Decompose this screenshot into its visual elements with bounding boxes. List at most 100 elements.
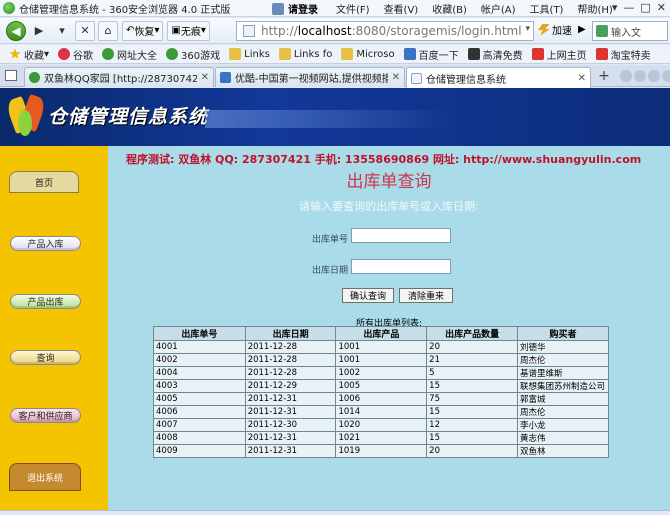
tab-scroll-left-icon[interactable] — [620, 70, 632, 82]
forward-button[interactable]: ▶ — [29, 21, 49, 41]
bookmark-baidu[interactable]: 百度一下 — [403, 47, 459, 62]
bookmark-links-fo[interactable]: Links fo — [278, 48, 332, 60]
column-header: 购买者 — [516, 326, 610, 341]
address-bar[interactable]: http:// localhost :8080/storagemis/login… — [236, 21, 534, 41]
sidebar-item-query[interactable]: 查询 — [10, 350, 81, 365]
cell-date: 2011-12-28 — [244, 353, 337, 367]
order-no-input[interactable] — [351, 228, 451, 243]
chevron-down-icon: ▾ — [59, 24, 65, 37]
bookmark-google[interactable]: 谷歌 — [58, 47, 93, 62]
table-row: 4006 2011-12-31 1014 15 周杰伦 — [153, 405, 610, 419]
no-trace-label: 无痕 — [180, 27, 201, 38]
home-button[interactable]: ⌂ — [98, 20, 118, 41]
google-icon — [58, 48, 71, 60]
tab-scroll-controls — [620, 70, 670, 82]
bookmark-home-page[interactable]: 上网主页 — [531, 47, 587, 62]
options-button[interactable]: ▾ — [612, 1, 618, 14]
forward-dropdown-button[interactable]: ▾ — [52, 21, 72, 41]
sidebar-item-stock-in[interactable]: 产品入库 — [10, 236, 81, 251]
search-input[interactable]: 输入文 — [592, 21, 668, 41]
page-icon — [243, 25, 255, 37]
page-title: 出库单查询 — [346, 172, 432, 192]
cell-date: 2011-12-31 — [244, 392, 337, 406]
stop-button[interactable]: ✕ — [75, 20, 95, 41]
minimize-button[interactable]: — — [623, 1, 634, 14]
accelerate-button[interactable]: 加速 ▶ — [538, 22, 586, 37]
close-tab-icon[interactable]: ✕ — [388, 72, 400, 83]
tab-youku[interactable]: 优酷-中国第一视频网站,提供视频播... ✕ — [215, 67, 405, 87]
table-header-row: 出库单号 出库日期 出库产品 出库产品数量 购买者 — [153, 326, 610, 341]
no-trace-button[interactable]: ▣ 无痕 ▾ — [167, 20, 210, 41]
status-bar — [0, 510, 670, 515]
table-row: 4004 2011-12-28 1002 5 基谱里维斯 — [153, 366, 610, 380]
sidebar-item-home[interactable]: 首页 — [9, 171, 79, 193]
confirm-query-button[interactable]: 确认查询 — [342, 288, 394, 303]
bookmark-links[interactable]: Links — [229, 48, 270, 60]
close-button[interactable]: ✕ — [657, 1, 666, 14]
bookmark-microsoft[interactable]: Microso — [341, 48, 395, 60]
window-title: 仓储管理信息系统 - 360安全浏览器 4.0 正式版 — [19, 4, 231, 16]
cell-order-no: 4005 — [153, 392, 246, 406]
table-row: 4001 2011-12-28 1001 20 刘德华 — [153, 340, 610, 354]
bookmark-label: 谷歌 — [73, 50, 94, 62]
tab-menu-icon[interactable] — [648, 70, 660, 82]
cell-buyer: 周杰伦 — [516, 353, 610, 367]
new-tab-button[interactable]: + — [594, 68, 614, 86]
cell-date: 2011-12-28 — [244, 366, 337, 380]
reset-button[interactable]: 清除重来 — [399, 288, 453, 303]
table-row: 4007 2011-12-30 1020 12 李小龙 — [153, 418, 610, 432]
table-row: 4009 2011-12-31 1019 20 双鱼林 — [153, 444, 610, 458]
maximize-button[interactable]: □ — [640, 1, 650, 14]
cell-buyer: 郭富城 — [516, 392, 610, 406]
menu-account[interactable]: 帐户(A) — [481, 1, 516, 16]
cell-quantity: 20 — [426, 444, 518, 458]
cell-order-no: 4003 — [153, 379, 246, 393]
bookmark-label: Links — [244, 48, 270, 60]
tab-list-icon[interactable] — [5, 70, 17, 81]
search-engine-icon — [596, 25, 608, 37]
cell-order-no: 4001 — [153, 340, 246, 354]
bookmark-360-games[interactable]: 360游戏 — [166, 47, 220, 62]
cell-date: 2011-12-30 — [244, 418, 337, 432]
tab-storage-system[interactable]: 仓储管理信息系统 ✕ — [406, 67, 591, 88]
tab-scroll-right-icon[interactable] — [634, 70, 646, 82]
address-dropdown-icon[interactable]: ▾ — [525, 24, 530, 34]
back-arrow-icon: ◀ — [11, 23, 21, 38]
order-no-label: 出库单号 — [312, 235, 349, 245]
address-scheme: http:// — [261, 24, 298, 38]
cell-product: 1020 — [335, 418, 428, 432]
tab-label: 优酷-中国第一视频网站,提供视频播... — [235, 74, 388, 85]
go-arrow-icon[interactable]: ▶ — [578, 24, 586, 35]
user-icon — [272, 2, 284, 15]
tab-more-icon[interactable] — [662, 70, 670, 82]
menu-favorites[interactable]: 收藏(B) — [432, 1, 467, 16]
menu-view[interactable]: 查看(V) — [384, 1, 419, 16]
login-link[interactable]: 请登录 — [288, 1, 318, 16]
menu-tools[interactable]: 工具(T) — [530, 1, 564, 16]
sidebar-item-exit[interactable]: 退出系统 — [9, 463, 81, 491]
video-icon — [467, 48, 480, 60]
menu-help[interactable]: 帮助(H) — [577, 1, 612, 16]
close-icon: ✕ — [80, 24, 90, 37]
tab-qq-home[interactable]: 双鱼林QQ家园 [http://287307421.q... ✕ — [24, 67, 214, 87]
sidebar-item-stock-out[interactable]: 产品出库 — [10, 294, 81, 309]
bookmark-taobao[interactable]: 淘宝特卖 — [595, 47, 651, 62]
column-header: 出库产品 — [335, 326, 428, 341]
bookmark-site-nav[interactable]: 网址大全 — [102, 47, 157, 62]
bookmark-label: 百度一下 — [418, 50, 459, 62]
back-button[interactable]: ◀ — [6, 20, 26, 41]
tab-label: 双鱼林QQ家园 [http://287307421.q... — [44, 74, 197, 85]
sidebar-item-customers-suppliers[interactable]: 客户和供应商 — [10, 408, 81, 423]
cell-order-no: 4009 — [153, 444, 246, 458]
bookmark-hd-free[interactable]: 高清免费 — [467, 47, 523, 62]
restore-button[interactable]: ↶ 恢复 ▾ — [122, 20, 164, 41]
menu-file[interactable]: 文件(F) — [336, 1, 370, 16]
sidebar: 首页 产品入库 产品出库 查询 客户和供应商 退出系统 — [0, 146, 108, 510]
date-input[interactable] — [351, 259, 451, 274]
bookmark-favorites[interactable]: 收藏 ▾ — [9, 47, 49, 62]
folder-icon — [229, 48, 242, 60]
close-tab-icon[interactable]: ✕ — [197, 72, 209, 83]
star-icon — [9, 48, 21, 59]
close-tab-icon[interactable]: ✕ — [574, 73, 586, 84]
cell-quantity: 5 — [426, 366, 518, 380]
